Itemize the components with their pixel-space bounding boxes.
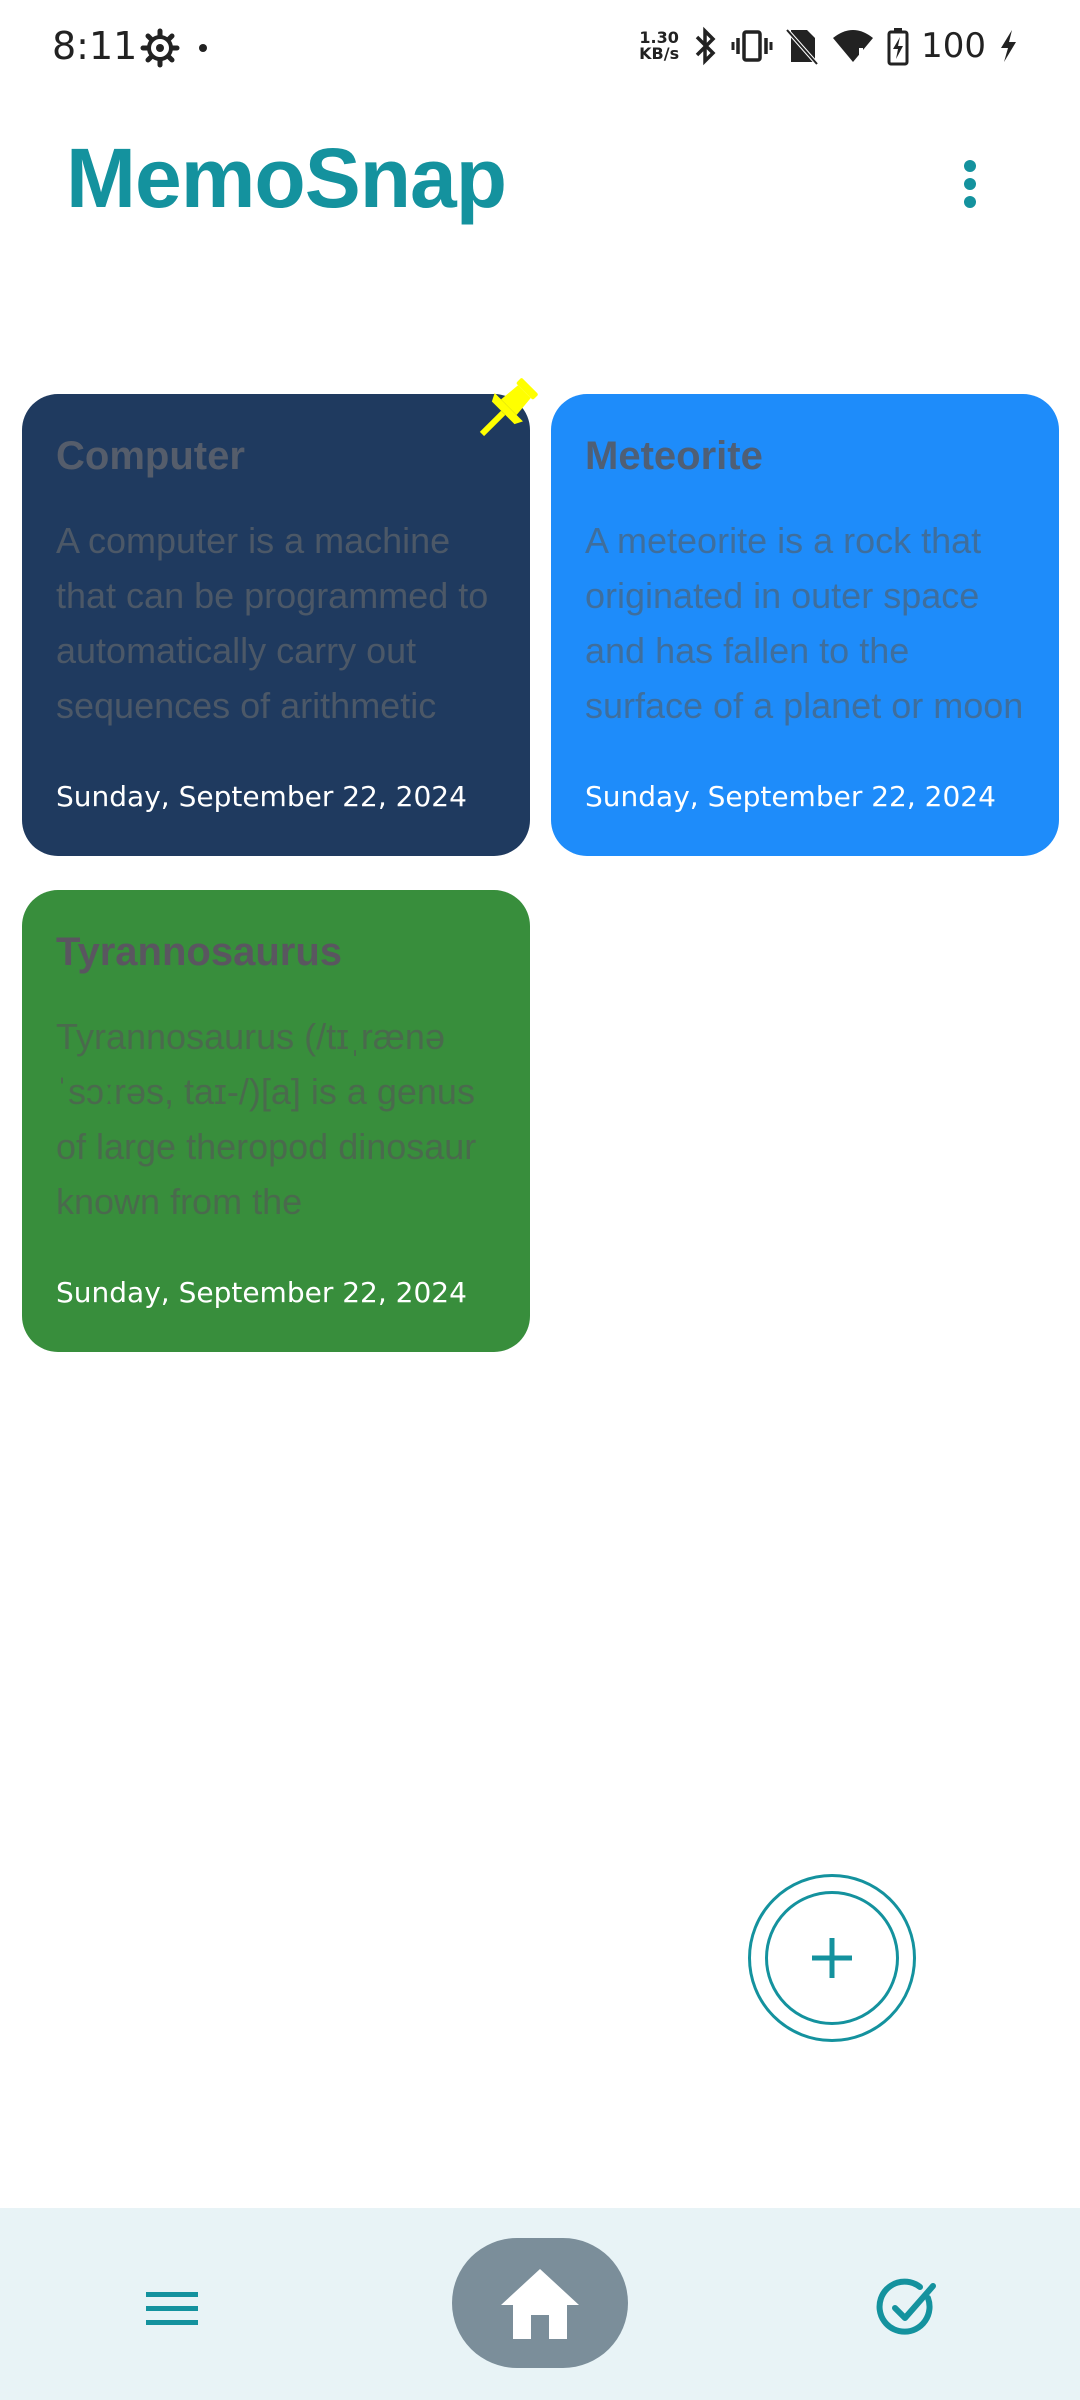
menu-dot [964, 196, 976, 208]
home-icon [501, 2269, 579, 2339]
status-bar: 8:11 1.30 KB/s 100 [0, 0, 1080, 100]
vibrate-icon [731, 30, 773, 62]
status-left-icons [140, 28, 208, 68]
menu-dot [964, 178, 976, 190]
battery-level: 100 [921, 26, 986, 66]
note-body: Tyrannosaurus (/tɪˌrænə ˈsɔːrəs, taɪ-/)[… [56, 1016, 477, 1222]
gear-icon [140, 28, 180, 68]
note-date: Sunday, September 22, 2024 [56, 780, 467, 813]
note-date: Sunday, September 22, 2024 [585, 780, 996, 813]
note-title: Meteorite [585, 434, 763, 478]
status-time: 8:11 [52, 24, 138, 68]
add-note-button[interactable] [748, 1874, 916, 2042]
plus-icon [812, 1938, 852, 1978]
battery-charging-icon [887, 28, 909, 66]
hamburger-menu-icon[interactable] [142, 2284, 202, 2334]
note-card-tyrannosaurus[interactable]: Tyrannosaurus Tyrannosaurus (/tɪˌrænə ˈs… [22, 890, 530, 1352]
menu-dot [964, 160, 976, 172]
note-body: A computer is a machine that can be prog… [56, 520, 489, 726]
overflow-menu-button[interactable] [944, 148, 996, 220]
add-note-button-inner [765, 1891, 899, 2025]
dot-icon [199, 44, 207, 52]
note-card-computer[interactable]: Computer A computer is a machine that ca… [22, 394, 530, 856]
pin-icon [479, 378, 538, 437]
charging-bolt-icon [1001, 30, 1016, 62]
note-title: Tyrannosaurus [56, 930, 342, 974]
bluetooth-icon [695, 26, 716, 66]
note-card-meteorite[interactable]: Meteorite A meteorite is a rock that ori… [551, 394, 1059, 856]
note-date: Sunday, September 22, 2024 [56, 1276, 467, 1309]
check-circle-icon[interactable] [876, 2278, 938, 2340]
app-title: MemoSnap [66, 131, 507, 225]
no-sim-icon [785, 28, 819, 66]
status-right-icons: 1.30 KB/s 100 [639, 26, 1018, 66]
net-speed: 1.30 KB/s [639, 28, 680, 63]
bottom-nav [0, 2208, 1080, 2400]
note-body: A meteorite is a rock that originated in… [585, 520, 1024, 726]
nav-home-button[interactable] [452, 2238, 628, 2368]
note-title: Computer [56, 434, 245, 478]
wifi-icon [833, 30, 874, 62]
